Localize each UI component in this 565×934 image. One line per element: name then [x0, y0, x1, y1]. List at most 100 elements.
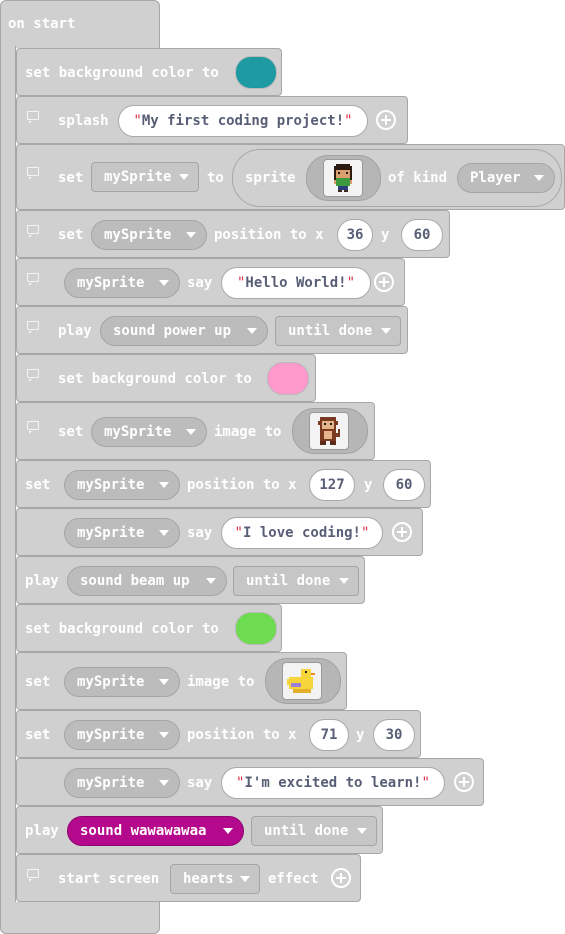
x-value-input[interactable]: 127 — [309, 469, 355, 501]
chevron-down-icon — [534, 175, 544, 181]
variable-dropdown[interactable]: mySprite — [91, 417, 207, 447]
play-label: play — [58, 323, 92, 339]
variable-dropdown[interactable]: mySprite — [64, 768, 180, 798]
x-value-input[interactable]: 36 — [337, 219, 373, 251]
set-background-color-block[interactable]: set background color to — [16, 604, 282, 652]
chevron-down-icon — [247, 328, 257, 334]
set-label: set — [58, 227, 84, 243]
add-argument-icon[interactable] — [376, 110, 396, 130]
add-argument-icon[interactable] — [331, 868, 351, 888]
comment-icon[interactable] — [27, 869, 39, 882]
chevron-down-icon — [179, 174, 189, 180]
play-sound-block[interactable]: play sound wawawawaa until done — [16, 806, 383, 854]
say-text-input[interactable]: "I'm excited to learn!" — [221, 767, 445, 799]
y-value-input[interactable]: 60 — [401, 219, 443, 251]
comment-icon[interactable] — [27, 369, 39, 382]
color-swatch-green[interactable] — [235, 612, 277, 645]
y-value-input[interactable]: 30 — [373, 719, 415, 751]
play-label: play — [25, 573, 59, 589]
image-to-label: image to — [187, 674, 255, 690]
position-label: position to x — [187, 477, 297, 493]
add-argument-icon[interactable] — [374, 272, 394, 292]
image-to-label: image to — [214, 424, 282, 440]
variable-dropdown[interactable]: mySprite — [64, 470, 180, 500]
sound-dropdown[interactable]: sound power up — [100, 316, 268, 346]
y-label: y — [364, 477, 373, 493]
comment-icon[interactable] — [27, 167, 39, 180]
comment-icon[interactable] — [27, 321, 39, 334]
variable-dropdown[interactable]: mySprite — [91, 220, 207, 250]
play-sound-block[interactable]: play sound beam up until done — [16, 556, 365, 604]
variable-dropdown[interactable]: mySprite — [64, 268, 180, 298]
start-screen-label: start screen — [58, 871, 160, 887]
play-mode-dropdown[interactable]: until done — [251, 816, 377, 846]
sound-dropdown[interactable]: sound beam up — [67, 566, 227, 596]
sprite-of-kind-reporter[interactable]: sprite of kind Player — [232, 149, 562, 207]
image-frame — [309, 412, 349, 450]
chevron-down-icon — [240, 876, 250, 882]
add-argument-icon[interactable] — [454, 772, 474, 792]
chevron-down-icon — [206, 578, 216, 584]
block-label: splash — [58, 113, 109, 129]
set-background-color-block[interactable]: set background color to — [16, 48, 282, 96]
kind-dropdown[interactable]: Player — [457, 163, 555, 193]
play-mode-dropdown[interactable]: until done — [275, 316, 401, 346]
color-swatch-teal[interactable] — [235, 56, 277, 89]
say-label: say — [187, 275, 213, 291]
x-value-input[interactable]: 71 — [309, 719, 349, 751]
effect-label: effect — [268, 871, 319, 887]
say-text-input[interactable]: "I love coding!" — [221, 517, 383, 549]
variable-dropdown[interactable]: mySprite — [64, 518, 180, 548]
play-sound-block[interactable]: play sound power up until done — [16, 306, 408, 354]
add-argument-icon[interactable] — [392, 522, 412, 542]
variable-dropdown[interactable]: mySprite — [64, 720, 180, 750]
play-mode-dropdown[interactable]: until done — [233, 566, 359, 596]
comment-icon[interactable] — [27, 225, 39, 238]
variable-dropdown[interactable]: mySprite — [91, 162, 199, 192]
chevron-down-icon — [186, 232, 196, 238]
image-frame — [282, 662, 322, 700]
sound-dropdown[interactable]: sound wawawawaa — [67, 816, 244, 846]
y-value-input[interactable]: 60 — [383, 469, 425, 501]
set-sprite-variable-block[interactable]: set mySprite to sprite of kind Player — [16, 144, 565, 210]
y-label: y — [356, 727, 365, 743]
comment-icon[interactable] — [27, 273, 39, 286]
say-block[interactable]: mySprite say "Hello World!" — [16, 258, 405, 306]
set-position-block[interactable]: set mySprite position to x 36 y 60 — [16, 210, 450, 258]
chevron-down-icon — [159, 679, 169, 685]
set-label: set — [25, 727, 51, 743]
on-start-label: on start — [8, 16, 76, 32]
chevron-down-icon — [339, 578, 349, 584]
position-label: position to x — [187, 727, 297, 743]
set-image-block[interactable]: set mySprite image to — [16, 652, 347, 710]
comment-icon[interactable] — [27, 421, 39, 434]
chevron-down-icon — [159, 482, 169, 488]
position-label: position to x — [214, 227, 324, 243]
set-position-block[interactable]: set mySprite position to x 71 y 30 — [16, 710, 421, 758]
image-field[interactable] — [292, 408, 368, 454]
on-start-container-arm — [0, 46, 16, 904]
to-label: to — [207, 170, 224, 186]
splash-block[interactable]: splash "My first coding project!" — [16, 96, 408, 144]
comment-icon[interactable] — [27, 111, 39, 124]
image-field[interactable] — [265, 658, 341, 704]
image-frame — [323, 159, 363, 197]
chevron-down-icon — [223, 828, 233, 834]
set-label: set — [58, 424, 84, 440]
block-label: set background color to — [25, 621, 219, 637]
variable-dropdown[interactable]: mySprite — [64, 667, 180, 697]
start-screen-effect-block[interactable]: start screen hearts effect — [16, 854, 361, 902]
say-block[interactable]: mySprite say "I love coding!" — [16, 508, 423, 556]
color-swatch-pink[interactable] — [267, 362, 309, 395]
chevron-down-icon — [159, 280, 169, 286]
say-block[interactable]: mySprite say "I'm excited to learn!" — [16, 758, 484, 806]
set-image-block[interactable]: set mySprite image to — [16, 402, 375, 460]
set-background-color-block[interactable]: set background color to — [16, 354, 316, 402]
sprite-image-field[interactable] — [306, 155, 381, 201]
chevron-down-icon — [159, 530, 169, 536]
say-text-input[interactable]: "Hello World!" — [221, 267, 371, 299]
set-position-block[interactable]: set mySprite position to x 127 y 60 — [16, 460, 431, 508]
monkey-icon — [318, 417, 340, 445]
effect-dropdown[interactable]: hearts — [170, 864, 260, 894]
splash-text-input[interactable]: "My first coding project!" — [118, 105, 368, 137]
